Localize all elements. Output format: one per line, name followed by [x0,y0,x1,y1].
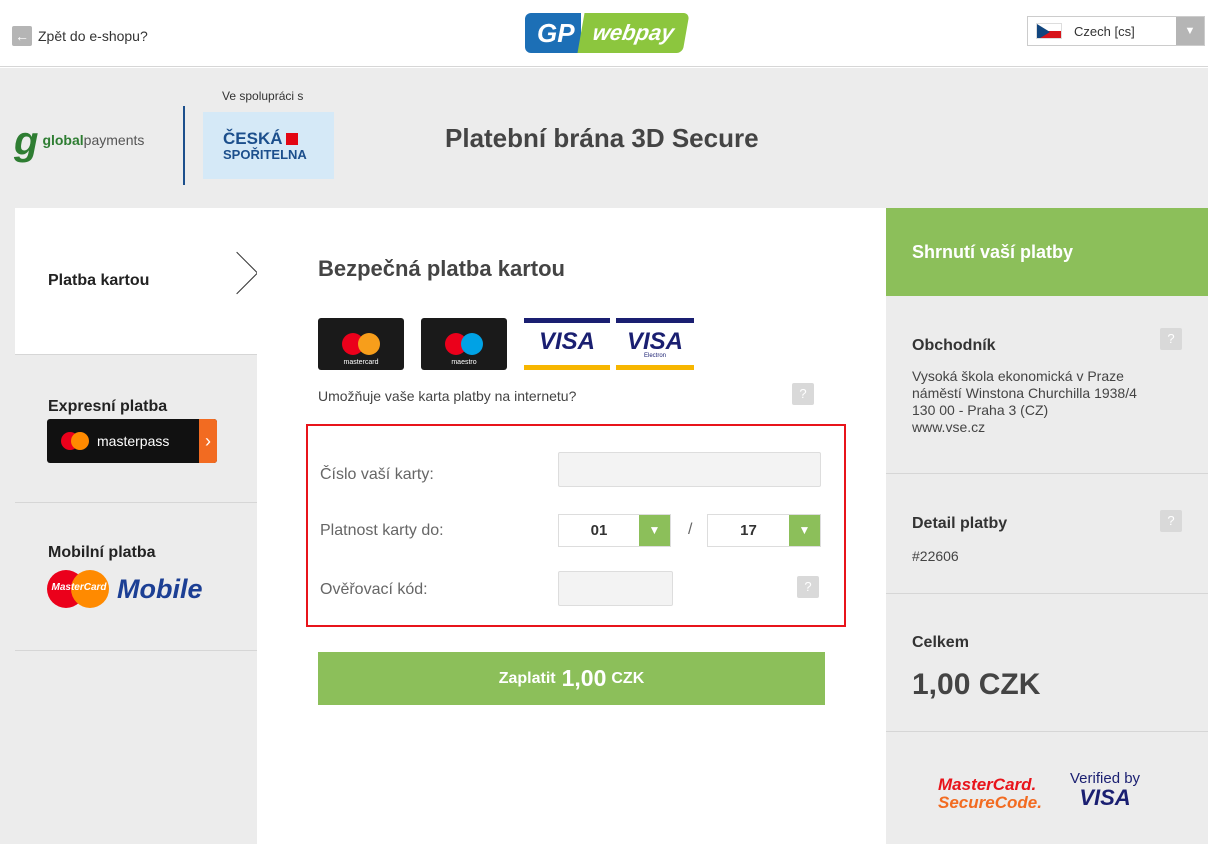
nav-item-label: Platba kartou [48,272,150,289]
verified-by-visa-logo: Verified by VISA [1070,770,1140,809]
maestro-blue-circle-icon [461,333,483,355]
vbv-line2: VISA [1079,785,1131,810]
summary-header: Shrnutí vaší platby [886,208,1208,296]
total-title: Celkem [912,634,969,651]
help-icon[interactable]: ? [1160,510,1182,532]
expiry-month-select[interactable]: 01 ▼ [558,514,671,547]
visa-electron-label: VISA [626,328,683,355]
msc-line1: MasterCard. [938,775,1037,794]
pay-amount: 1,00 [561,665,607,691]
bank-symbol-icon [285,133,298,146]
gp-webpay-logo: GP webpay [525,11,699,54]
top-bar: ← Zpět do e-shopu? GP webpay Czech [cs] … [0,0,1208,67]
visa-logo: VISA [524,318,610,370]
logo-payments-text: payments [83,132,145,148]
cooperation-label: Ve spolupráci s [222,89,304,103]
section-title: Bezpečná platba kartou [318,256,565,281]
back-to-shop-link[interactable]: ← Zpět do e-shopu? [12,26,148,46]
chevron-right-icon: › [199,419,217,463]
back-label: Zpět do e-shopu? [38,28,148,44]
help-icon[interactable]: ? [792,383,814,405]
summary-title: Shrnutí vaší platby [912,242,1074,262]
total-value: 1,00 CZK [912,668,1041,701]
language-select[interactable]: Czech [cs] ▼ [1027,16,1205,46]
mastercard-text: MasterCard [51,582,107,593]
expiry-month-value: 01 [590,522,608,539]
merchant-title: Obchodník [912,337,996,354]
merchant-line: 130 00 - Praha 3 (CZ) [912,402,1049,418]
card-payment-panel: Bezpečná platba kartou mastercard maestr… [257,208,886,844]
global-payments-logo: g globalpayments [14,121,144,161]
merchant-section: Obchodník ? Vysoká škola ekonomická v Pr… [886,296,1208,474]
visa-electron-logo: VISA Electron [616,318,694,370]
help-icon[interactable]: ? [797,576,819,598]
help-icon[interactable]: ? [1160,328,1182,350]
nav-item-card-payment[interactable]: Platba kartou [15,208,259,355]
pay-prefix: Zaplatit [498,669,556,687]
card-internet-question: Umožňuje vaše karta platby na internetu? [318,388,577,404]
expiry-year-select[interactable]: 17 ▼ [707,514,821,547]
page-title: Platební brána 3D Secure [445,123,759,153]
arrow-left-icon: ← [12,26,32,46]
pay-button[interactable]: Zaplatit 1,00 CZK [318,652,825,705]
payment-summary: Shrnutí vaší platby Obchodník ? Vysoká š… [886,208,1208,844]
detail-title: Detail platby [912,515,1008,532]
visa-label: VISA [538,328,595,355]
mastercard-label: mastercard [343,359,379,366]
logo-gp-text: GP [525,12,581,53]
card-number-input[interactable] [558,452,821,487]
merchant-line: www.vse.cz [912,419,986,435]
expiry-year-value: 17 [740,522,757,539]
bank-line2: SPOŘITELNA [223,146,307,162]
chevron-down-icon: ▼ [1176,17,1204,45]
masterpass-button[interactable]: masterpass › [47,419,217,463]
cvc-label: Ověřovací kód: [320,581,428,598]
chevron-down-icon: ▼ [789,515,820,546]
language-value: Czech [cs] [1074,23,1135,39]
maestro-logo: maestro [421,318,507,370]
mastercard-orange-circle-icon [358,333,380,355]
nav-item-label: Expresní platba [48,398,168,415]
logo-webpay-text: webpay [577,12,689,53]
masterpass-orange-circle-icon [71,432,89,450]
mastercard-securecode-logo: MasterCard. SecureCode. [938,776,1042,812]
payment-method-nav: Platba kartou Expresní platba Mobilní pl… [15,208,259,844]
chevron-down-icon: ▼ [639,515,670,546]
visa-electron-sub: Electron [643,353,666,359]
bank-line1: ČESKÁ [223,128,283,148]
nav-item-label: Mobilní platba [48,544,156,561]
header-divider [183,106,185,185]
mastercard-mobile-logo[interactable]: MasterCard Mobile [47,570,203,608]
expiry-label: Platnost karty do: [320,522,444,539]
chevron-right-icon [215,251,259,295]
ceska-sporitelna-logo: ČESKÁ SPOŘITELNA [203,112,334,179]
maestro-label: maestro [451,359,477,366]
pay-currency: CZK [611,669,645,687]
expiry-separator: / [688,521,693,538]
mobile-label: Mobile [117,573,203,604]
card-form: Číslo vaší karty: Platnost karty do: 01 … [306,424,846,627]
mastercard-logo: mastercard [318,318,404,370]
card-number-label: Číslo vaší karty: [320,466,434,483]
detail-value: #22606 [912,548,959,564]
logo-global-text: global [42,132,84,148]
msc-line2: SecureCode. [938,793,1042,812]
total-section: Celkem [886,594,1208,732]
payment-detail-section: Detail platby ? #22606 [886,474,1208,594]
merchant-line: Vysoká škola ekonomická v Praze [912,368,1124,384]
masterpass-label: masterpass [97,433,170,449]
merchant-line: náměstí Winstona Churchilla 1938/4 [912,385,1137,401]
cvc-input[interactable] [558,571,673,606]
czech-flag-icon [1036,23,1062,39]
global-payments-g-icon: g [14,119,39,163]
